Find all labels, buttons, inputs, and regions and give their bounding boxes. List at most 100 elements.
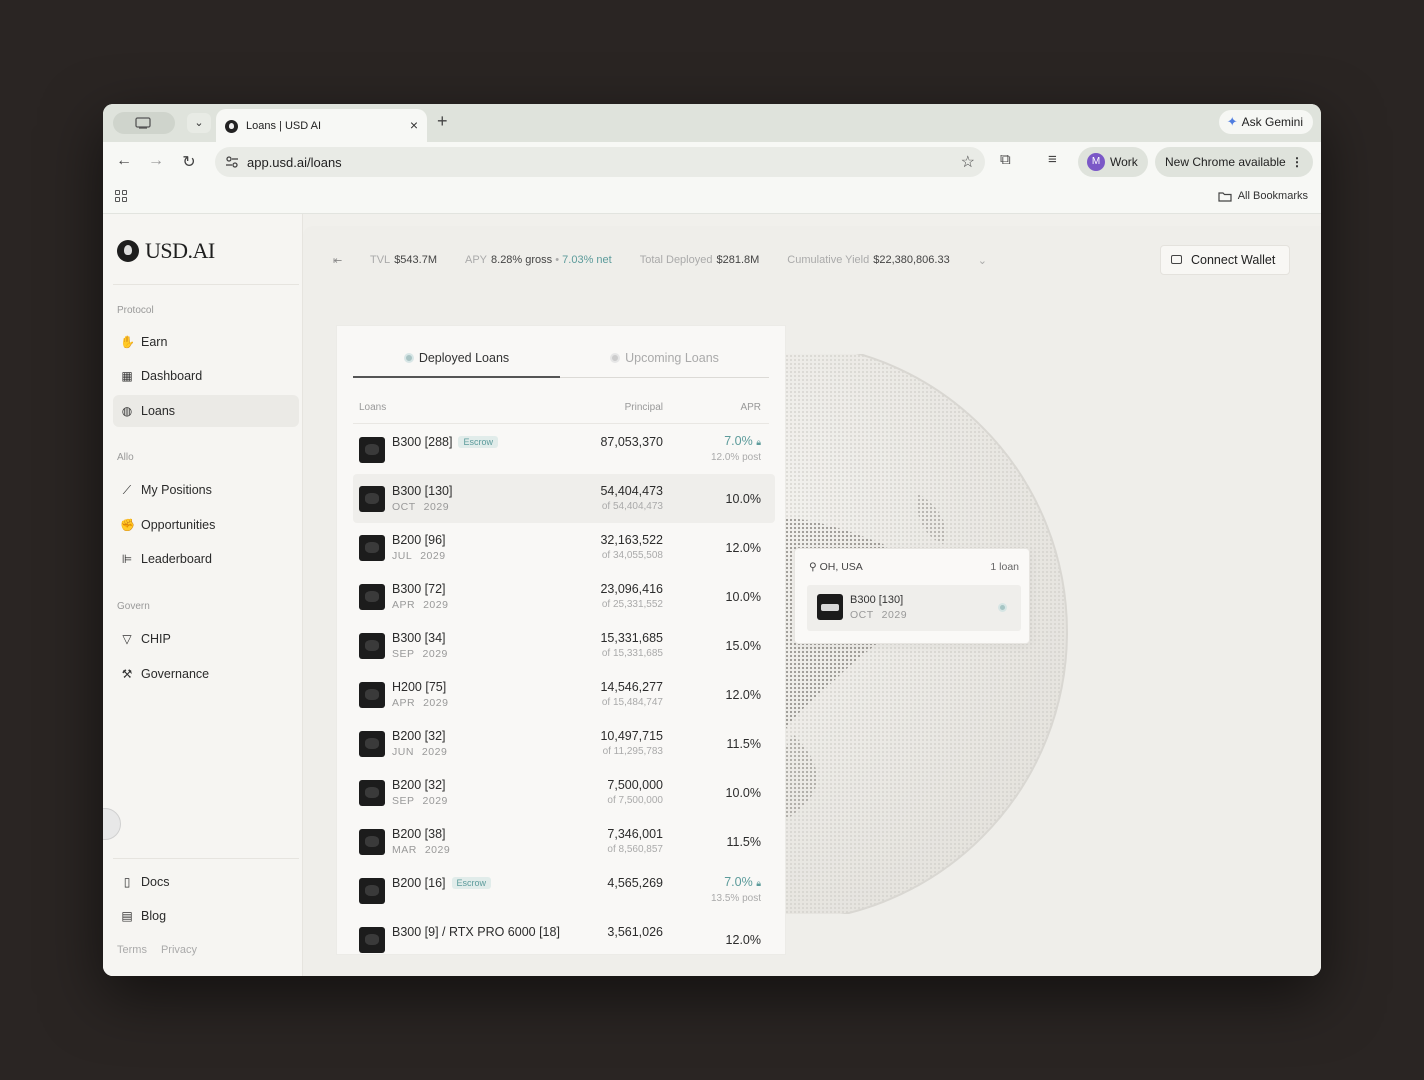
tab-deployed-loans[interactable]: Deployed Loans — [353, 342, 560, 378]
tab-favicon-icon — [225, 120, 238, 133]
extensions-icon[interactable]: ⧉ — [1000, 151, 1011, 168]
sidebar-item-governance[interactable]: ⚒ Governance — [113, 658, 299, 690]
sidebar-item-label: Dashboard — [141, 369, 203, 383]
table-row[interactable]: B200 [32] SEP 2029 7,500,000 of 7,500,000 10.… — [353, 768, 775, 817]
table-row[interactable]: B200 [32] JUN 2029 10,497,715 of 11,295,783 1… — [353, 719, 775, 768]
update-chrome-button[interactable]: New Chrome available ⋮ — [1155, 147, 1313, 177]
browser-toolbar: ← → ↻ app.usd.ai/loans ☆ ⧉ ≡ M Work New … — [103, 142, 1321, 182]
reload-icon[interactable]: ↻ — [179, 152, 199, 172]
table-row[interactable]: B200 [96] JUL 2029 32,163,522 of 34,055,508 1… — [353, 523, 775, 572]
apps-grid-icon[interactable] — [115, 190, 129, 204]
lock-icon: 🔒︎ — [756, 437, 761, 447]
sidebar-item-label: CHIP — [141, 632, 171, 646]
collapse-sidebar-icon[interactable]: ⇤ — [333, 254, 342, 267]
forward-icon[interactable]: → — [146, 152, 166, 170]
loan-name-text: B300 [9] / RTX PRO 6000 [18] — [392, 925, 560, 939]
wallet-icon — [1171, 255, 1182, 264]
site-info-icon[interactable] — [225, 155, 239, 169]
address-bar[interactable]: app.usd.ai/loans ☆ — [215, 147, 985, 177]
loan-name: B200 [38] — [392, 827, 446, 841]
stat-value: $281.8M — [716, 254, 760, 266]
terms-link[interactable]: Terms — [117, 944, 147, 956]
status-dot-icon — [610, 353, 621, 363]
profile-button[interactable]: M Work — [1078, 147, 1148, 177]
stat-value: 8.28% gross — [491, 254, 553, 266]
table-row[interactable]: B200 [16] Escrow 4,565,269 7.0% 🔒︎ 13.5% pos… — [353, 866, 775, 915]
table-row[interactable]: B300 [9] / RTX PRO 6000 [18] 3,561,026 12.… — [353, 915, 775, 954]
bookmark-star-icon[interactable]: ☆ — [961, 152, 975, 172]
connect-wallet-button[interactable]: Connect Wallet — [1160, 245, 1290, 275]
sidebar-item-dashboard[interactable]: ▦ Dashboard — [113, 360, 299, 392]
table-header: Loans Principal APR — [353, 396, 769, 424]
globe-icon: ◍ — [121, 404, 133, 418]
table-row[interactable]: B200 [38] MAR 2029 7,346,001 of 8,560,857 11.… — [353, 817, 775, 866]
back-icon[interactable]: ← — [114, 152, 134, 170]
table-row[interactable]: B300 [130] OCT 2029 54,404,473 of 54,404,473… — [353, 474, 775, 523]
close-tab-icon[interactable]: × — [410, 117, 418, 133]
sidebar-item-earn[interactable]: ✋ Earn — [113, 326, 299, 358]
earn-icon: ✋ — [120, 335, 135, 349]
loan-principal-total: of 34,055,508 — [601, 550, 663, 561]
tab-label: Deployed Loans — [418, 351, 510, 365]
tab-list-dropdown[interactable]: ⌄ — [187, 113, 211, 133]
loan-principal-total: of 25,331,552 — [601, 599, 663, 610]
loan-principal-total: of 8,560,857 — [607, 844, 663, 855]
loan-principal: 15,331,685 — [600, 631, 663, 645]
gemini-icon: ✦ — [1226, 114, 1238, 129]
loan-name: B300 [288] Escrow — [392, 435, 498, 449]
all-bookmarks-button[interactable]: All Bookmarks — [1218, 190, 1308, 202]
sidebar-item-chip[interactable]: ▽ CHIP — [113, 623, 299, 655]
new-tab-button[interactable]: + — [437, 111, 448, 132]
gpu-thumbnail — [817, 594, 843, 620]
sidebar-item-my-positions[interactable]: ⟋ My Positions — [113, 474, 299, 506]
column-principal: Principal — [624, 402, 663, 413]
blog-icon: ▤ — [121, 909, 133, 923]
popup-year: 2029 — [881, 609, 908, 621]
loan-name-text: B200 [32] — [392, 729, 446, 743]
table-row[interactable]: B300 [34] SEP 2029 15,331,685 of 15,331,685 1… — [353, 621, 775, 670]
loan-principal: 54,404,473 — [600, 484, 663, 498]
loan-name-text: B300 [288] — [392, 435, 453, 449]
tab-upcoming-loans[interactable]: Upcoming Loans — [561, 342, 768, 378]
stats-expand-chevron-icon[interactable]: ⌄ — [978, 254, 987, 267]
dashboard-icon: ▦ — [121, 369, 133, 383]
stat-label: Cumulative Yield — [787, 254, 870, 266]
loan-name-text: B200 [96] — [392, 533, 446, 547]
table-row[interactable]: B300 [288] Escrow 87,053,370 7.0% 🔒︎ 12.0% p… — [353, 425, 775, 474]
loan-apr: 12.0% — [725, 933, 761, 947]
ask-gemini-button[interactable]: ✦ Ask Gemini — [1218, 110, 1313, 134]
loan-maturity: JUL 2029 — [392, 550, 446, 562]
leaderboard-icon: ⊫ — [121, 552, 133, 566]
privacy-link[interactable]: Privacy — [161, 944, 197, 956]
sidebar-item-label: Governance — [141, 667, 210, 681]
sidebar-item-blog[interactable]: ▤ Blog — [113, 900, 299, 932]
table-row[interactable]: H200 [75] APR 2029 14,546,277 of 15,484,747 1… — [353, 670, 775, 719]
logo[interactable]: USD.AI — [117, 238, 215, 264]
popup-loan-card[interactable]: B300 [130] OCT 2029 — [807, 585, 1021, 631]
sidebar-item-loans[interactable]: ◍ Loans — [113, 395, 299, 427]
loan-name-text: B300 [34] — [392, 631, 446, 645]
stat-deployed: Total Deployed $281.8M — [640, 254, 760, 266]
lock-icon: 🔒︎ — [756, 878, 761, 888]
sidebar-item-leaderboard[interactable]: ⊫ Leaderboard — [113, 543, 299, 575]
loan-post-apr: 13.5% post — [710, 893, 761, 904]
document-icon: ▯ — [123, 875, 131, 889]
loan-name-text: B300 [72] — [392, 582, 446, 596]
loan-name-text: B300 [130] — [392, 484, 453, 498]
loan-principal-total: of 54,404,473 — [601, 501, 663, 512]
table-row[interactable]: B300 [72] APR 2029 23,096,416 of 25,331,552 1… — [353, 572, 775, 621]
sidebar-item-docs[interactable]: ▯ Docs — [113, 866, 299, 898]
sidebar-item-opportunities[interactable]: ✊ Opportunities — [113, 509, 299, 541]
more-menu-icon[interactable]: ⋮ — [1291, 147, 1303, 177]
tab-groups-button[interactable] — [113, 112, 175, 134]
popup-loan-date: OCT 2029 — [850, 609, 907, 621]
loan-principal: 3,561,026 — [607, 925, 663, 939]
popup-location-label: OH, USA — [819, 561, 863, 573]
loan-name: B300 [9] / RTX PRO 6000 [18] — [392, 925, 560, 939]
loan-post-apr: 12.0% post — [710, 452, 761, 463]
status-dot-icon — [403, 353, 414, 363]
reading-list-icon[interactable]: ≡ — [1048, 151, 1057, 168]
tab-strip: ⌄ Loans | USD AI × + ✦ Ask Gemini — [103, 104, 1321, 142]
browser-tab[interactable]: Loans | USD AI × — [216, 109, 427, 142]
loan-name: B200 [16] Escrow — [392, 876, 492, 890]
